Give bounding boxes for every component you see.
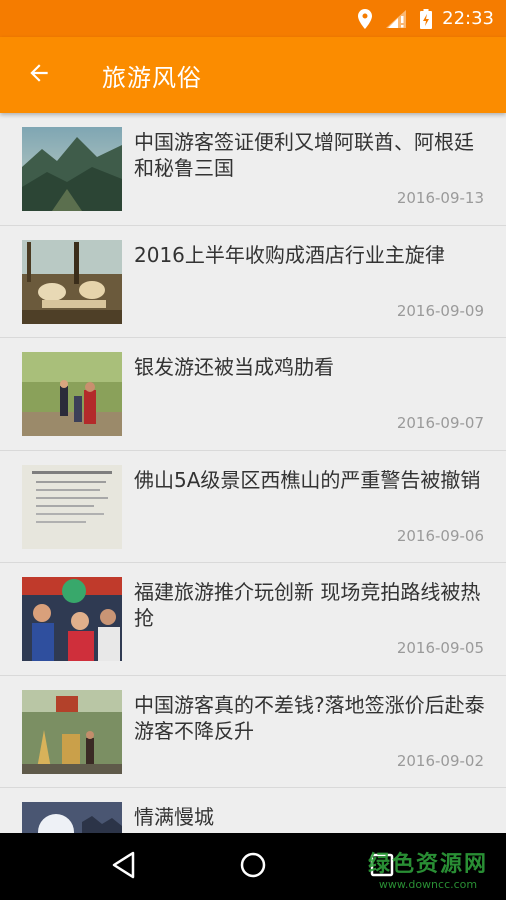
article-thumbnail (22, 802, 122, 833)
signal-icon (386, 9, 407, 28)
article-title: 情满慢城 (134, 805, 214, 829)
article-title: 2016上半年收购成酒店行业主旋律 (134, 242, 445, 267)
list-item[interactable]: 中国游客签证便利又增阿联酋、阿根廷和秘鲁三国 2016-09-13 (0, 113, 506, 226)
article-title: 福建旅游推介玩创新 现场竞拍路线被热抢 (134, 580, 481, 630)
article-thumbnail (22, 352, 122, 436)
article-date: 2016-09-13 (396, 189, 484, 207)
article-thumbnail (22, 577, 122, 661)
status-time: 22:33 (442, 8, 494, 29)
arrow-left-icon (26, 60, 52, 90)
article-thumbnail (22, 239, 122, 324)
nav-back-button[interactable] (94, 837, 154, 897)
article-date: 2016-09-07 (396, 414, 484, 432)
home-circle-icon (239, 851, 267, 883)
article-thumbnail (22, 464, 122, 549)
article-list[interactable]: 中国游客签证便利又增阿联酋、阿根廷和秘鲁三国 2016-09-13 2016上半… (0, 113, 506, 833)
list-item[interactable]: 福建旅游推介玩创新 现场竞拍路线被热抢 2016-09-05 (0, 563, 506, 676)
article-thumbnail (22, 127, 122, 211)
article-title: 中国游客签证便利又增阿联酋、阿根廷和秘鲁三国 (134, 130, 474, 180)
watermark-url: www.downcc.com (378, 878, 478, 891)
list-item[interactable]: 2016上半年收购成酒店行业主旋律 2016-09-09 (0, 225, 506, 338)
article-date: 2016-09-02 (396, 751, 484, 770)
article-title: 中国游客真的不差钱?落地签涨价后赴泰游客不降反升 (134, 692, 485, 743)
watermark-title: 绿色资源网 (367, 852, 488, 877)
page-title: 旅游风俗 (102, 63, 202, 92)
list-item[interactable]: 佛山5A级景区西樵山的严重警告被撤销 2016-09-06 (0, 450, 506, 563)
list-item[interactable]: 银发游还被当成鸡肋看 2016-09-07 (0, 338, 506, 451)
article-title: 银发游还被当成鸡肋看 (134, 355, 334, 379)
article-thumbnail (22, 689, 122, 774)
article-title: 佛山5A级景区西樵山的严重警告被撤销 (134, 467, 481, 492)
article-date: 2016-09-09 (396, 301, 484, 320)
back-button[interactable] (0, 37, 78, 113)
back-triangle-icon (111, 851, 137, 883)
location-icon (358, 8, 373, 29)
app-bar: 旅游风俗 (0, 37, 506, 113)
status-bar: 22:33 (0, 0, 506, 37)
watermark: 绿色资源网 www.downcc.com (368, 846, 488, 891)
article-date: 2016-09-06 (396, 526, 484, 545)
list-item[interactable]: 中国游客真的不差钱?落地签涨价后赴泰游客不降反升 2016-09-02 (0, 675, 506, 788)
article-date: 2016-09-05 (396, 639, 484, 657)
nav-home-button[interactable] (223, 837, 283, 897)
list-item[interactable]: 情满慢城 (0, 788, 506, 833)
battery-charging-icon (420, 8, 433, 29)
